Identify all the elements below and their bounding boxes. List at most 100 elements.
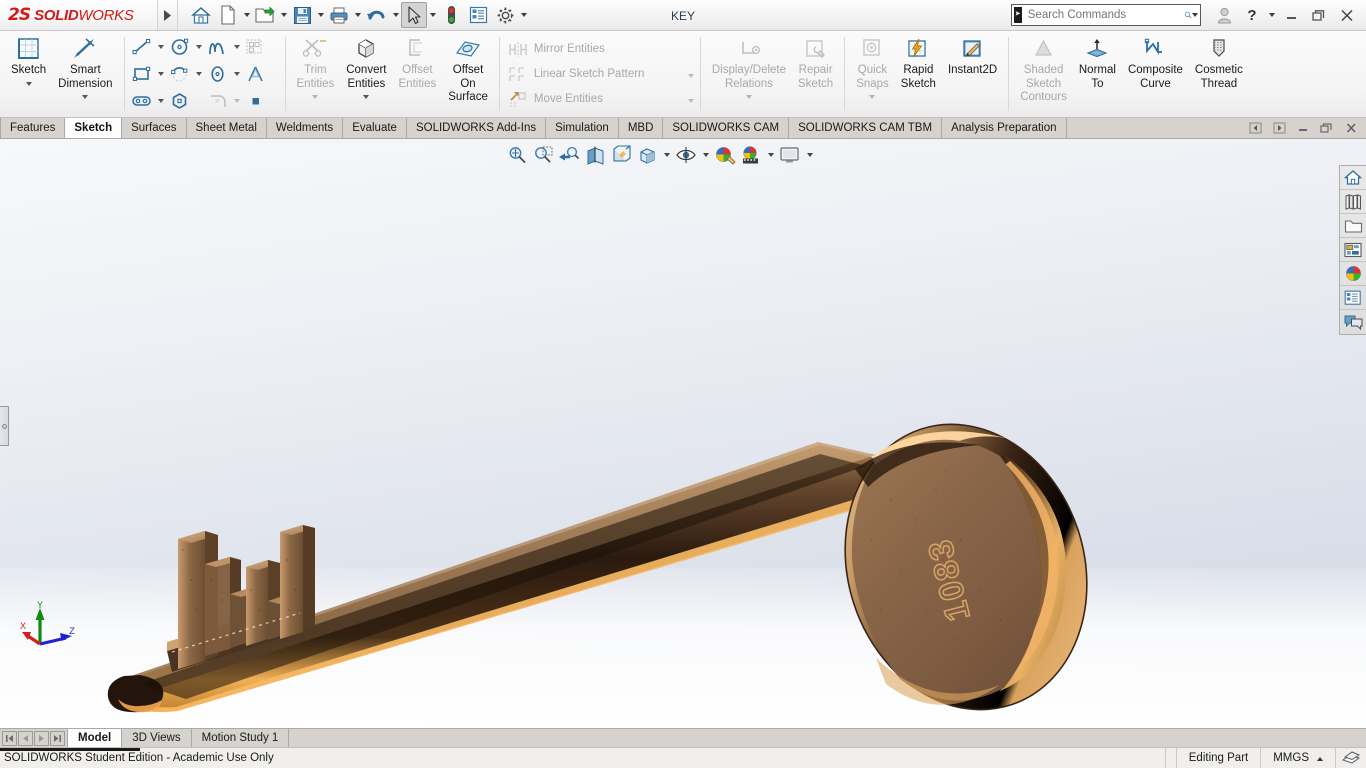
fillet-icon[interactable]: [205, 89, 231, 114]
help-caret-icon[interactable]: [1267, 2, 1276, 28]
text-icon[interactable]: [243, 61, 269, 86]
search-commands-box[interactable]: ➤: [1011, 4, 1201, 26]
tab-sheet-metal[interactable]: Sheet Metal: [186, 118, 267, 138]
options-caret-icon[interactable]: [519, 2, 528, 28]
minimize-button[interactable]: [1278, 3, 1304, 27]
rebuild-icon[interactable]: [438, 2, 464, 28]
ellipse-caret-icon[interactable]: [231, 61, 243, 86]
status-units-caret-icon[interactable]: [1309, 752, 1323, 764]
instant2d-button[interactable]: Instant2D: [942, 31, 1003, 117]
cosmetic-thread-button[interactable]: Cosmetic Thread: [1189, 31, 1249, 117]
sketch-dropdown-caret-icon[interactable]: [26, 77, 32, 88]
tab-features[interactable]: Features: [0, 118, 66, 138]
bottom-tab-model[interactable]: Model: [67, 729, 122, 747]
options-gear-icon[interactable]: [492, 2, 518, 28]
mirror-entities-row[interactable]: Mirror Entities: [504, 37, 696, 62]
pin-right-icon[interactable]: [1268, 119, 1290, 137]
repair-sketch-button[interactable]: Repair Sketch: [792, 31, 839, 117]
open-folder-icon[interactable]: [252, 2, 278, 28]
doc-close-icon[interactable]: [1340, 119, 1362, 137]
move-entities-caret-icon[interactable]: [674, 92, 694, 106]
spline-icon[interactable]: [205, 34, 231, 59]
spline-caret-icon[interactable]: [231, 34, 243, 59]
tab-solidworks-cam[interactable]: SOLIDWORKS CAM: [663, 118, 790, 138]
offset-on-surface-button[interactable]: Offset On Surface: [442, 31, 494, 117]
line-icon[interactable]: [129, 34, 155, 59]
linear-sketch-pattern-caret-icon[interactable]: [674, 67, 694, 81]
normal-to-button[interactable]: Normal To: [1073, 31, 1122, 117]
smart-dimension-button[interactable]: Smart Dimension: [52, 31, 118, 117]
appearances-scenes-icon[interactable]: [1340, 262, 1366, 286]
rectangle-icon[interactable]: [129, 61, 155, 86]
point-icon[interactable]: [243, 89, 269, 114]
help-button[interactable]: ?: [1239, 3, 1265, 27]
quick-snaps-button[interactable]: Quick Snaps: [850, 31, 895, 117]
print-icon[interactable]: [326, 2, 352, 28]
design-library-icon[interactable]: [1340, 190, 1366, 214]
ellipse-icon[interactable]: [205, 61, 231, 86]
smart-dimension-dropdown-caret-icon[interactable]: [82, 90, 88, 101]
graphics-viewport[interactable]: 1083 Y Z X: [0, 139, 1366, 728]
new-document-caret-icon[interactable]: [242, 2, 251, 28]
status-overlay-icon[interactable]: [1335, 748, 1366, 768]
shaded-sketch-contours-button[interactable]: Shaded Sketch Contours: [1014, 31, 1073, 117]
polygon-icon[interactable]: [167, 89, 193, 114]
composite-curve-button[interactable]: Composite Curve: [1122, 31, 1189, 117]
tab-evaluate[interactable]: Evaluate: [343, 118, 407, 138]
offset-entities-button[interactable]: Offset Entities: [393, 31, 443, 117]
tab-analysis-preparation[interactable]: Analysis Preparation: [942, 118, 1067, 138]
save-caret-icon[interactable]: [316, 2, 325, 28]
convert-entities-dropdown-caret-icon[interactable]: [363, 90, 369, 101]
bottom-tab-3d-views[interactable]: 3D Views: [121, 729, 191, 747]
slot-icon[interactable]: [129, 89, 155, 114]
tab-simulation[interactable]: Simulation: [546, 118, 619, 138]
tab-mbd[interactable]: MBD: [618, 118, 664, 138]
view-palette-icon[interactable]: [1340, 238, 1366, 262]
rectangle-caret-icon[interactable]: [155, 61, 167, 86]
arc-icon[interactable]: [167, 61, 193, 86]
tab-surfaces[interactable]: Surfaces: [122, 118, 187, 138]
convert-entities-button[interactable]: Convert Entities: [340, 31, 392, 117]
undo-icon[interactable]: [363, 2, 390, 28]
circle-icon[interactable]: [167, 34, 193, 59]
restore-button[interactable]: [1306, 3, 1332, 27]
display-delete-relations-dropdown-caret-icon[interactable]: [746, 90, 752, 101]
doc-restore-icon[interactable]: [1316, 119, 1338, 137]
close-button[interactable]: [1334, 3, 1360, 27]
solidworks-logo[interactable]: 2S SOLID WORKS: [0, 0, 158, 30]
circle-caret-icon[interactable]: [193, 34, 205, 59]
tab-solidworks-cam-tbm[interactable]: SOLIDWORKS CAM TBM: [789, 118, 943, 138]
search-icon[interactable]: [1184, 7, 1192, 23]
key-3d-model[interactable]: 1083: [0, 139, 1366, 728]
sketch-button[interactable]: Sketch: [5, 31, 52, 117]
display-delete-relations-button[interactable]: Display/Delete Relations: [706, 31, 792, 117]
search-caret-icon[interactable]: [1192, 2, 1198, 28]
linear-sketch-pattern-row[interactable]: Linear Sketch Pattern: [504, 62, 696, 87]
quick-snaps-dropdown-caret-icon[interactable]: [869, 90, 875, 101]
trim-entities-dropdown-caret-icon[interactable]: [312, 90, 318, 101]
search-input[interactable]: [1025, 8, 1184, 22]
line-caret-icon[interactable]: [155, 34, 167, 59]
tab-sketch[interactable]: Sketch: [65, 118, 123, 138]
nav-last-icon[interactable]: [50, 730, 65, 746]
bottom-tab-motion-study-1[interactable]: Motion Study 1: [190, 729, 289, 747]
pin-left-icon[interactable]: [1244, 119, 1266, 137]
custom-properties-icon[interactable]: [1340, 286, 1366, 310]
trim-entities-button[interactable]: Trim Entities: [291, 31, 341, 117]
fillet-caret-icon[interactable]: [231, 89, 243, 114]
solidworks-resources-icon[interactable]: [1340, 166, 1366, 190]
select-caret-icon[interactable]: [428, 2, 437, 28]
file-properties-icon[interactable]: [465, 2, 491, 28]
nav-next-icon[interactable]: [34, 730, 49, 746]
tab-weldments[interactable]: Weldments: [266, 118, 344, 138]
undo-caret-icon[interactable]: [391, 2, 400, 28]
arc-caret-icon[interactable]: [193, 61, 205, 86]
nav-prev-icon[interactable]: [18, 730, 33, 746]
status-units[interactable]: MMGS: [1260, 748, 1335, 768]
account-icon[interactable]: [1211, 3, 1237, 27]
sketch-pattern-icon[interactable]: [243, 34, 269, 59]
solidworks-forum-icon[interactable]: [1340, 310, 1366, 334]
nav-first-icon[interactable]: [2, 730, 17, 746]
new-document-icon[interactable]: [215, 2, 241, 28]
print-caret-icon[interactable]: [353, 2, 362, 28]
